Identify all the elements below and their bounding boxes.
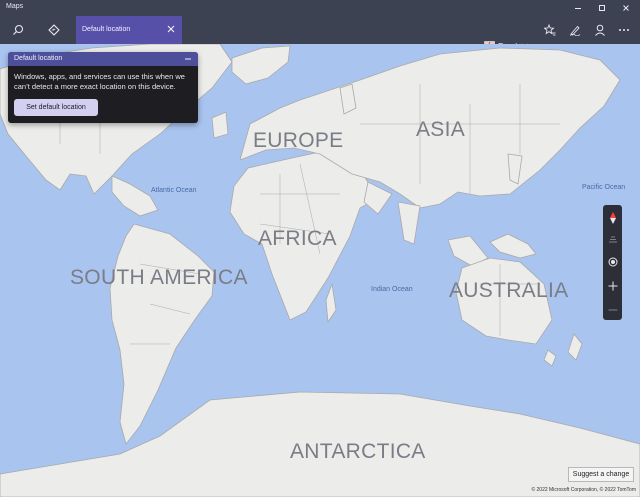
account-button[interactable] <box>590 20 610 40</box>
set-default-location-button[interactable]: Set default location <box>14 99 98 116</box>
search-button[interactable] <box>8 20 28 40</box>
panel-header: Default location <box>8 52 198 66</box>
maximize-window-button[interactable] <box>590 0 614 16</box>
ink-button[interactable] <box>565 20 585 40</box>
panel-message: Windows, apps, and services can use this… <box>14 72 185 91</box>
suggest-change-button[interactable]: Suggest a change <box>568 467 634 482</box>
close-window-button[interactable] <box>614 0 638 16</box>
minimize-window-button[interactable] <box>566 0 590 16</box>
label-south-america: SOUTH AMERICA <box>70 266 248 289</box>
label-atlantic-ocean: Atlantic Ocean <box>151 187 197 194</box>
label-australia: AUSTRALIA <box>449 279 569 302</box>
more-icon <box>619 29 629 31</box>
maximize-icon <box>599 5 605 11</box>
more-options-button[interactable] <box>614 20 634 40</box>
app-title: Maps <box>6 3 24 10</box>
directions-button[interactable] <box>44 20 64 40</box>
zoom-out-icon <box>608 309 617 311</box>
label-indian-ocean: Indian Ocean <box>371 286 413 293</box>
tilt-button[interactable] <box>603 230 622 248</box>
locate-me-icon <box>608 257 617 267</box>
title-bar: Maps <box>0 0 640 16</box>
close-icon <box>167 25 175 33</box>
default-location-panel: Default location Windows, apps, and serv… <box>8 52 198 123</box>
zoom-in-button[interactable] <box>603 277 622 295</box>
tab-default-location[interactable]: Default location <box>76 16 182 44</box>
search-icon <box>13 24 24 35</box>
label-antarctica: ANTARCTICA <box>290 440 426 463</box>
zoom-in-icon <box>608 281 617 291</box>
map-controls <box>603 205 622 320</box>
panel-minimize-button[interactable] <box>182 53 194 65</box>
label-europe: EUROPE <box>253 129 344 152</box>
zoom-out-button[interactable] <box>603 301 622 319</box>
label-asia: ASIA <box>416 118 466 141</box>
compass-button[interactable] <box>603 209 622 227</box>
minimize-icon <box>185 58 191 60</box>
close-icon <box>623 5 629 11</box>
locate-me-button[interactable] <box>603 253 622 271</box>
tab-close-button[interactable] <box>164 22 178 36</box>
account-icon <box>595 24 605 36</box>
compass-icon <box>609 212 616 224</box>
tab-label: Default location <box>82 26 131 33</box>
directions-icon <box>48 24 60 36</box>
panel-title: Default location <box>14 55 63 62</box>
minimize-icon <box>575 8 581 9</box>
favorites-button[interactable] <box>540 20 560 40</box>
ink-icon <box>569 25 581 36</box>
label-pacific-ocean: Pacific Ocean <box>582 184 626 191</box>
label-africa: AFRICA <box>258 227 337 250</box>
tilt-icon <box>608 236 617 243</box>
favorites-icon <box>544 24 556 36</box>
map-copyright: © 2022 Microsoft Corporation, © 2022 Tom… <box>531 487 636 493</box>
